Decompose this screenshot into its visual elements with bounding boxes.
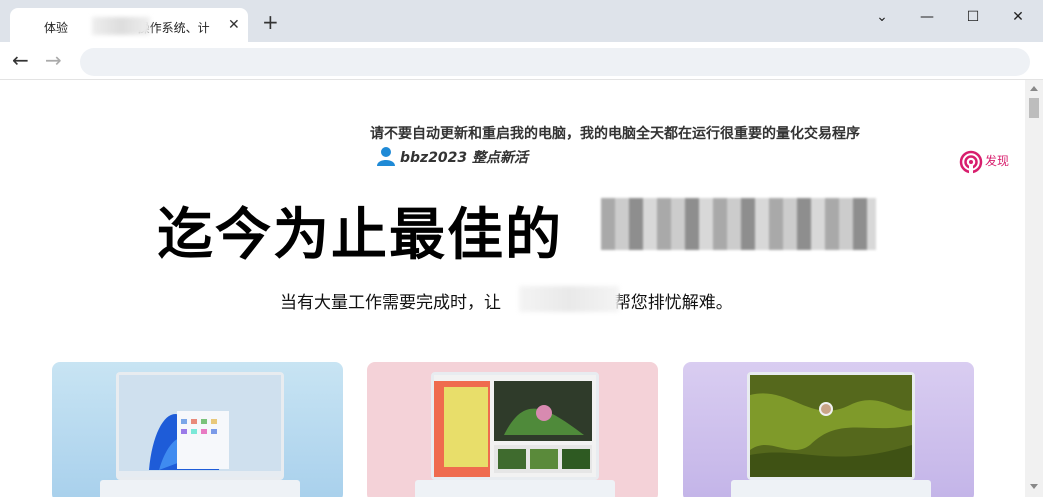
browser-tab[interactable]: 体验 操作系统、计 ✕ — [10, 8, 248, 42]
subtitle-suffix: 帮您排忧解难。 — [613, 293, 733, 313]
discover-icon — [959, 150, 983, 174]
subtitle-blur — [519, 286, 619, 312]
close-icon[interactable]: ✕ — [228, 17, 240, 33]
browser-titlebar: 体验 操作系统、计 ✕ + ⌄ — ☐ ✕ — [0, 0, 1043, 42]
tab-search-button[interactable]: ⌄ — [862, 5, 902, 29]
subtitle-prefix: 当有大量工作需要完成时，让 — [280, 293, 501, 313]
hero-redacted-word — [601, 198, 876, 250]
address-bar[interactable] — [80, 48, 1030, 76]
laptop-base — [415, 480, 615, 497]
laptop-image — [747, 372, 915, 480]
tab-title-blur — [92, 17, 150, 35]
laptop-image — [116, 372, 284, 480]
laptop-base — [731, 480, 931, 497]
laptop-base — [100, 480, 300, 497]
feature-card-2[interactable] — [367, 362, 658, 497]
laptop-image — [431, 372, 599, 480]
scroll-up-arrow-icon[interactable] — [1030, 86, 1038, 91]
page-content: 请不要自动更新和重启我的电脑，我的电脑全天都在运行很重要的量化交易程序 bbz2… — [1, 80, 1025, 497]
close-window-button[interactable]: ✕ — [998, 5, 1038, 29]
feature-card-3[interactable] — [683, 362, 974, 497]
new-tab-button[interactable]: + — [262, 12, 279, 32]
subtitle: 当有大量工作需要完成时，让 帮您排忧解难。 — [280, 288, 733, 313]
back-button[interactable]: ← — [12, 50, 29, 70]
app-window-icon — [434, 375, 596, 477]
feature-card-1[interactable] — [52, 362, 343, 497]
discover-label: 发现 — [985, 154, 1010, 168]
discover-button[interactable]: 发现 — [959, 150, 1011, 174]
minimize-button[interactable]: — — [907, 5, 947, 29]
user-meta: bbz2023 整点新活 — [400, 150, 529, 166]
forward-button[interactable]: → — [45, 50, 62, 70]
scroll-down-arrow-icon[interactable] — [1030, 484, 1038, 489]
hero-heading: 迄今为止最佳的 — [157, 203, 563, 268]
scroll-thumb[interactable] — [1029, 98, 1039, 118]
maximize-button[interactable]: ☐ — [953, 5, 993, 29]
notice-text: 请不要自动更新和重启我的电脑，我的电脑全天都在运行很重要的量化交易程序 — [370, 126, 860, 142]
landscape-wallpaper-icon — [750, 375, 912, 477]
tab-title-prefix: 体验 — [44, 21, 69, 35]
page-scrollbar[interactable] — [1025, 80, 1043, 497]
browser-toolbar: ← → — [0, 42, 1043, 80]
user-icon — [377, 147, 395, 166]
bloom-wallpaper-icon — [119, 375, 281, 477]
